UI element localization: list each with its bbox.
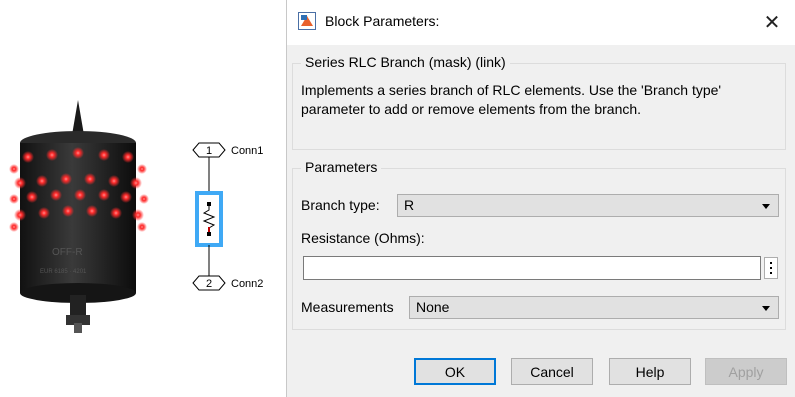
ok-button[interactable]: OK (414, 358, 496, 385)
parameters-group: Parameters Branch type: R Resistance (Oh… (292, 159, 786, 330)
measurements-value: None (416, 299, 450, 315)
mask-group-title: Series RLC Branch (mask) (link) (301, 54, 510, 70)
close-icon: ✕ (763, 12, 781, 34)
led-lamp-photo: OFF-R EUR 6185 · 4201 (9, 100, 149, 333)
simulink-block-icon (298, 12, 316, 30)
dialog-title: Block Parameters: (325, 13, 440, 29)
kebab-menu-icon[interactable] (764, 257, 778, 279)
svg-text:OFF-R: OFF-R (52, 247, 83, 258)
block-parameters-dialog: Block Parameters: ✕ Series RLC Branch (m… (286, 0, 795, 397)
dialog-titlebar: Block Parameters: ✕ (287, 0, 795, 45)
mask-description: Implements a series branch of RLC elemen… (301, 82, 722, 117)
help-button[interactable]: Help (609, 358, 691, 385)
chevron-down-icon (762, 204, 770, 209)
apply-button[interactable]: Apply (705, 358, 787, 385)
close-button[interactable]: ✕ (749, 0, 795, 45)
series-rlc-branch-block[interactable]: 1 Conn1 2 Conn2 (185, 140, 280, 300)
port-1-name: Conn1 (231, 145, 263, 157)
measurements-label: Measurements (301, 299, 394, 315)
branch-type-select[interactable]: R (397, 194, 779, 217)
port-2-name: Conn2 (231, 278, 263, 290)
parameters-group-title: Parameters (301, 159, 382, 175)
branch-type-label: Branch type: (301, 197, 380, 213)
svg-text:EUR 6185 · 4201: EUR 6185 · 4201 (40, 269, 87, 275)
branch-type-value: R (404, 197, 415, 213)
resistance-label: Resistance (Ohms): (301, 230, 425, 246)
port-2-number: 2 (206, 278, 212, 290)
port-1-number: 1 (206, 145, 212, 157)
chevron-down-icon (762, 306, 770, 311)
resistance-input[interactable] (303, 256, 761, 280)
cancel-button[interactable]: Cancel (511, 358, 593, 385)
measurements-select[interactable]: None (409, 296, 779, 319)
mask-description-group: Series RLC Branch (mask) (link) Implemen… (292, 54, 786, 150)
